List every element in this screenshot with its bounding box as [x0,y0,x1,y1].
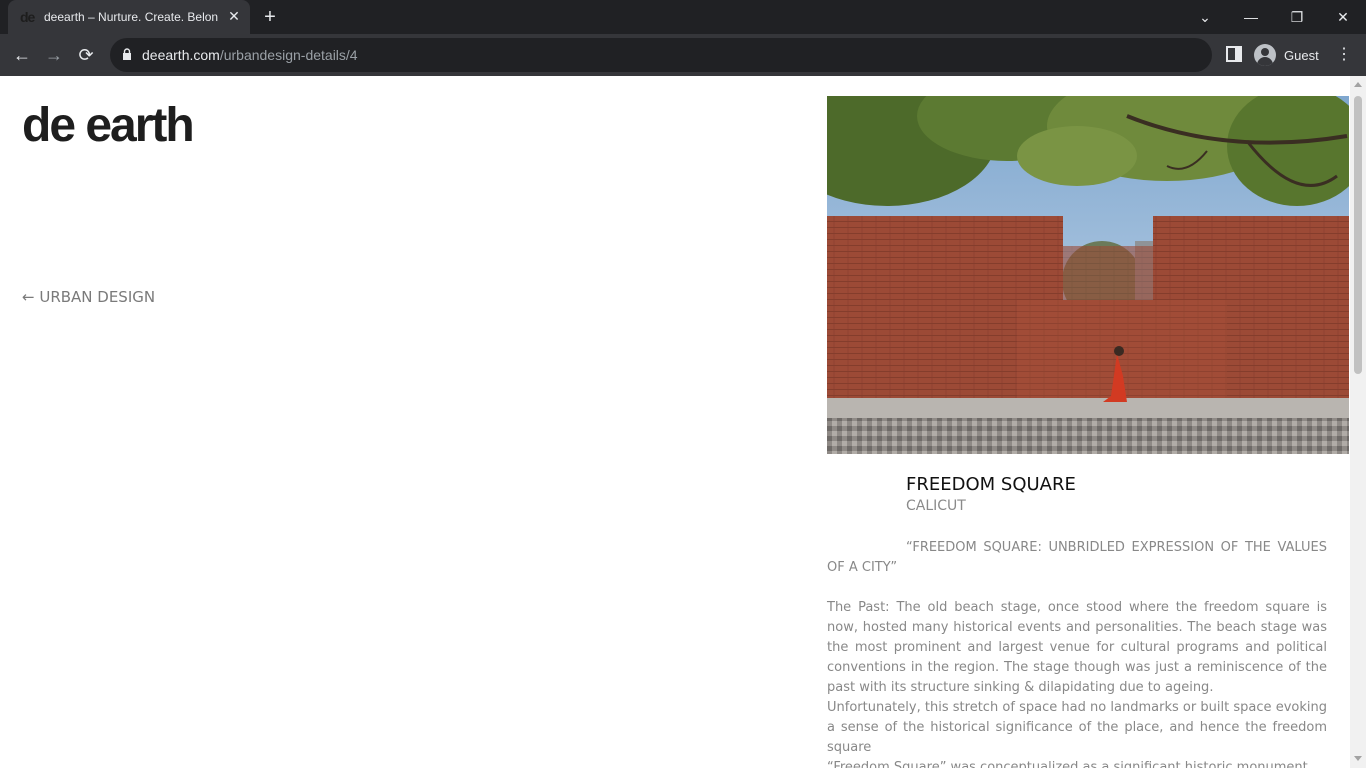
description-paragraph: “Freedom Square” was conceptualized as a… [827,760,1308,768]
address-bar[interactable]: deearth.com/urbandesign-details/4 [110,38,1212,72]
forward-arrow-icon[interactable]: → [42,43,66,67]
back-arrow-icon[interactable]: ← [10,43,34,67]
project-hero-image [827,96,1349,454]
browser-tab-bar: de deearth – Nurture. Create. Belon ✕ + … [0,0,1366,34]
avatar-icon [1254,44,1276,66]
page-content: de earth ← URBAN DESIGN FREEDOM SQUARE C… [0,76,1366,768]
tab-search-chevron-icon[interactable]: ⌄ [1194,6,1216,28]
close-tab-icon[interactable]: ✕ [226,8,242,24]
scroll-down-icon[interactable] [1354,756,1362,761]
minimize-icon[interactable]: — [1240,6,1262,28]
side-panel-icon[interactable] [1226,46,1242,62]
description-paragraph: The Past: The old beach stage, once stoo… [827,600,1327,695]
restore-icon[interactable]: ❐ [1286,6,1308,28]
scroll-up-icon[interactable] [1354,82,1362,87]
reload-icon[interactable]: ⟳ [74,43,98,67]
kebab-menu-icon[interactable]: ⋮ [1336,43,1352,67]
site-logo[interactable]: de earth [22,98,195,153]
lock-icon [123,48,131,60]
browser-tab[interactable]: de deearth – Nurture. Create. Belon ✕ [8,0,250,34]
description-paragraph: Unfortunately, this stretch of space had… [827,700,1327,755]
project-title: FREEDOM SQUARE [906,474,1076,495]
tab-title: deearth – Nurture. Create. Belon [44,10,219,24]
site-favicon-icon: de [20,9,35,25]
profile-button[interactable]: Guest [1254,43,1319,67]
scroll-thumb[interactable] [1354,96,1362,374]
browser-toolbar: ← → ⟳ deearth.com/urbandesign-details/4 … [0,34,1366,76]
new-tab-icon[interactable]: + [260,7,280,27]
profile-label: Guest [1284,47,1319,63]
project-location: CALICUT [906,498,966,514]
page-scrollbar[interactable] [1350,76,1366,768]
url-text: deearth.com/urbandesign-details/4 [142,47,358,63]
project-description: The Past: The old beach stage, once stoo… [827,598,1327,768]
close-window-icon[interactable]: ✕ [1332,6,1354,28]
back-to-urban-design-link[interactable]: ← URBAN DESIGN [22,288,155,306]
project-quote: “FREEDOM SQUARE: UNBRIDLED EXPRESSION OF… [827,540,1327,575]
